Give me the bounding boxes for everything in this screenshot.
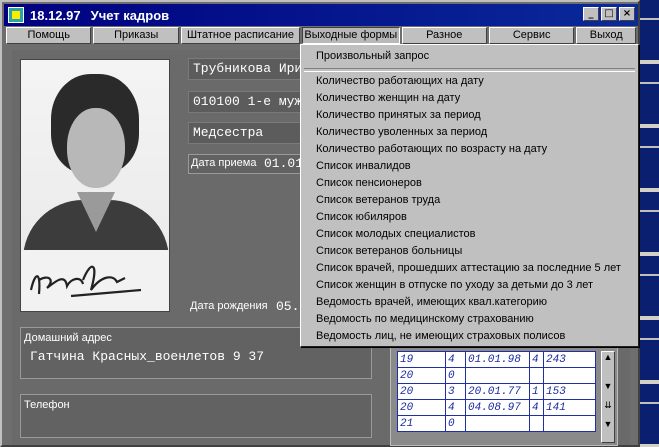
grid-cell[interactable]: 0 <box>445 367 466 384</box>
menu-option[interactable]: Список пенсионеров <box>301 175 638 192</box>
minimize-button[interactable]: _ <box>583 7 599 21</box>
menu-misc[interactable]: Разное <box>401 27 487 44</box>
menu-exit[interactable]: Выход <box>576 27 637 44</box>
menu-option[interactable]: Ведомость по медицинскому страхованию <box>301 311 638 328</box>
employee-photo <box>20 59 170 312</box>
menu-option[interactable]: Количество работающих по возрасту на дат… <box>301 141 638 158</box>
grid-cell[interactable]: 153 <box>543 383 596 400</box>
hire-date-label: Дата приема <box>191 157 257 169</box>
phone-label: Телефон <box>24 399 70 411</box>
output-forms-menu: Произвольный запрос Количество работающи… <box>300 44 639 347</box>
table-row[interactable]: 21 0 <box>397 415 596 432</box>
menu-separator <box>301 65 638 73</box>
page-down-icon[interactable]: ⇊ <box>602 400 614 411</box>
table-row[interactable]: 19 4 01.01.98 4 243 <box>397 351 596 368</box>
grid-cell[interactable]: 4 <box>445 399 466 416</box>
menu-option[interactable]: Список ветеранов больницы <box>301 243 638 260</box>
scroll-end-icon[interactable]: ▼ <box>602 419 614 430</box>
grid-cell[interactable]: 4 <box>529 399 544 416</box>
title-bar: 18.12.97 Учет кадров _ □ × <box>4 4 638 26</box>
grid-cell[interactable]: 21 <box>397 415 446 432</box>
table-row[interactable]: 20 0 <box>397 367 596 384</box>
menu-option[interactable]: Список юбиляров <box>301 209 638 226</box>
table-row[interactable]: 20 4 04.08.97 4 141 <box>397 399 596 416</box>
menu-option-custom-query[interactable]: Произвольный запрос <box>301 48 638 65</box>
menu-orders[interactable]: Приказы <box>93 27 179 44</box>
scroll-up-icon[interactable]: ▲ <box>602 352 614 363</box>
app-window: 18.12.97 Учет кадров _ □ × Помощь Приказ… <box>0 0 640 447</box>
grid-cell[interactable]: 01.01.98 <box>465 351 530 368</box>
menu-option[interactable]: Список ветеранов труда <box>301 192 638 209</box>
title-date: 18.12.97 <box>30 7 81 23</box>
menu-option[interactable]: Ведомость врачей, имеющих квал.категорию <box>301 294 638 311</box>
grid-cell[interactable] <box>543 415 596 432</box>
menu-bar: Помощь Приказы Штатное расписание Выходн… <box>6 27 637 45</box>
grid-cell[interactable]: 04.08.97 <box>465 399 530 416</box>
grid-cell[interactable] <box>465 415 530 432</box>
window-controls: _ □ × <box>583 7 635 21</box>
history-grid: 19 4 01.01.98 4 243 20 0 20 3 20.01.77 1… <box>390 346 618 446</box>
menu-option[interactable]: Список молодых специалистов <box>301 226 638 243</box>
menu-option[interactable]: Количество уволенных за период <box>301 124 638 141</box>
grid-cell[interactable]: 20 <box>397 399 446 416</box>
window-title: Учет кадров <box>90 7 170 23</box>
birth-date-label: Дата рождения <box>190 300 268 312</box>
menu-option[interactable]: Список инвалидов <box>301 158 638 175</box>
menu-option[interactable]: Количество принятых за период <box>301 107 638 124</box>
grid-scrollbar[interactable]: ▲ ▼ ⇊ ▼ <box>601 351 615 443</box>
table-row[interactable]: 20 3 20.01.77 1 153 <box>397 383 596 400</box>
menu-staffing[interactable]: Штатное расписание <box>180 27 301 44</box>
grid-cell[interactable]: 20 <box>397 383 446 400</box>
name-field[interactable]: Трубникова Ири <box>188 58 308 80</box>
app-icon <box>8 7 24 23</box>
menu-output-forms[interactable]: Выходные формы <box>302 27 400 44</box>
maximize-button[interactable]: □ <box>601 7 617 21</box>
grid-cell[interactable]: 20 <box>397 367 446 384</box>
menu-option[interactable]: Количество женщин на дату <box>301 90 638 107</box>
grid-cell[interactable] <box>529 415 544 432</box>
scroll-down-icon[interactable]: ▼ <box>602 381 614 392</box>
grid-cell[interactable] <box>543 367 596 384</box>
menu-option[interactable]: Список врачей, прошедших аттестацию за п… <box>301 260 638 277</box>
address-field[interactable]: Гатчина Красных_военлетов 9 37 <box>30 349 264 364</box>
position-field[interactable]: Медсестра <box>188 122 308 144</box>
menu-option[interactable]: Количество работающих на дату <box>301 73 638 90</box>
department-field[interactable]: 010100 1-е муж <box>188 91 308 113</box>
close-button[interactable]: × <box>619 7 635 21</box>
grid-cell[interactable]: 141 <box>543 399 596 416</box>
desktop-background <box>640 0 659 447</box>
signature-image <box>21 250 169 311</box>
grid-cell[interactable] <box>465 367 530 384</box>
grid-cell[interactable]: 0 <box>445 415 466 432</box>
address-label: Домашний адрес <box>24 332 112 344</box>
menu-option[interactable]: Ведомость лиц, не имеющих страховых поли… <box>301 328 638 345</box>
menu-help[interactable]: Помощь <box>6 27 92 44</box>
phone-group <box>20 394 372 438</box>
menu-service[interactable]: Сервис <box>488 27 575 44</box>
grid-cell[interactable]: 19 <box>397 351 446 368</box>
grid-cell[interactable]: 4 <box>445 351 466 368</box>
grid-cell[interactable]: 20.01.77 <box>465 383 530 400</box>
grid-cell[interactable]: 1 <box>529 383 544 400</box>
grid-cell[interactable]: 3 <box>445 383 466 400</box>
grid-cell[interactable]: 4 <box>529 351 544 368</box>
grid-cell[interactable] <box>529 367 544 384</box>
menu-option[interactable]: Список женщин в отпуске по уходу за деть… <box>301 277 638 294</box>
grid-cell[interactable]: 243 <box>543 351 596 368</box>
